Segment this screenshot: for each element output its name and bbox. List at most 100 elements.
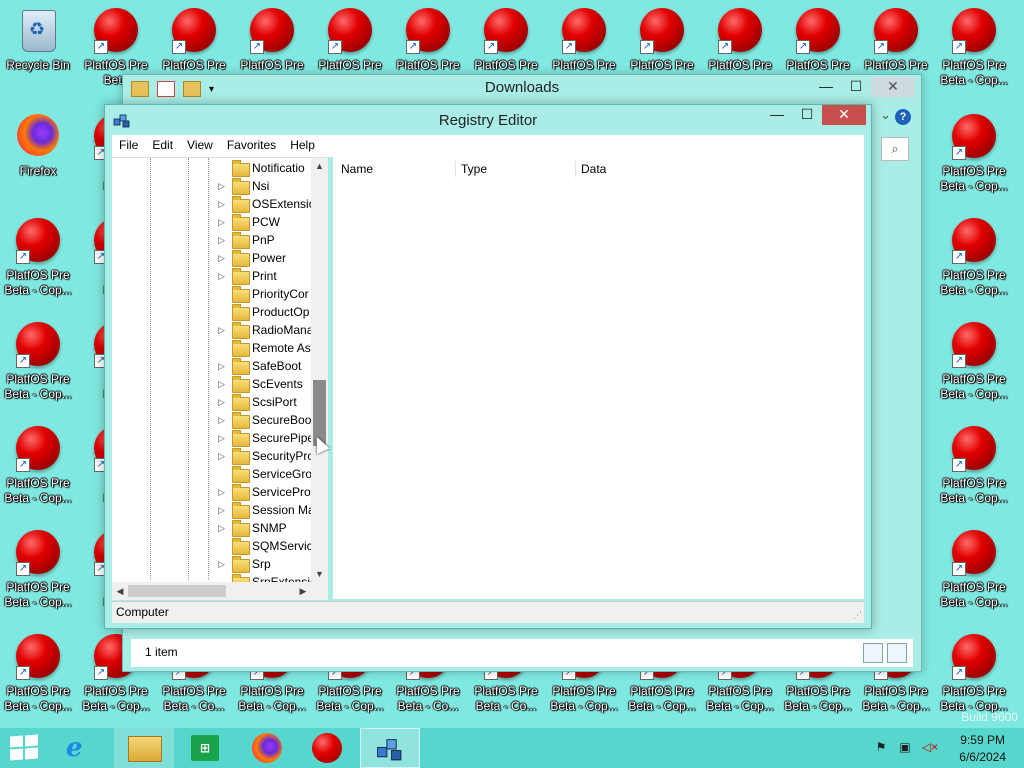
help-icon[interactable]: ? bbox=[895, 109, 911, 125]
details-view-icon[interactable] bbox=[863, 643, 883, 663]
platfos-desktop-icon[interactable]: ↗ PlatfOS Pre Beta - Cop... bbox=[0, 628, 76, 728]
column-separator[interactable] bbox=[455, 161, 456, 177]
expand-arrow-icon[interactable]: ▷ bbox=[218, 361, 226, 372]
platfos-desktop-icon[interactable]: ↗ PlatfOS Pre Beta - Cop... bbox=[936, 524, 1012, 624]
store-taskbar-button[interactable]: ⊞ bbox=[176, 728, 236, 768]
scroll-up-icon[interactable]: ▲ bbox=[311, 158, 328, 174]
expand-arrow-icon[interactable]: ▷ bbox=[218, 181, 226, 192]
internet-explorer-icon[interactable]: e bbox=[66, 733, 83, 763]
ribbon-expand-icon[interactable]: ⌄ bbox=[880, 107, 891, 123]
tree-item[interactable]: ▷ PCW bbox=[210, 214, 320, 232]
menu-file[interactable]: File bbox=[112, 135, 145, 157]
firefox-desktop-icon[interactable]: Firefox bbox=[0, 108, 76, 208]
menu-help[interactable]: Help bbox=[283, 135, 322, 157]
registry-values-pane[interactable]: Name Type Data bbox=[333, 157, 864, 599]
tree-item[interactable]: ▷ SecurePipe bbox=[210, 430, 320, 448]
recycle-bin-desktop-icon[interactable]: Recycle Bin bbox=[0, 2, 76, 102]
start-button[interactable] bbox=[10, 734, 38, 761]
expand-arrow-icon[interactable]: ▷ bbox=[218, 379, 226, 390]
tree-item[interactable]: ▷ OSExtensio bbox=[210, 196, 320, 214]
expand-arrow-icon[interactable]: ▷ bbox=[218, 217, 226, 228]
tree-item[interactable]: ServiceGro bbox=[210, 466, 320, 484]
platfos-desktop-icon[interactable]: ↗ PlatfOS Pre Beta - Cop... bbox=[0, 524, 76, 624]
tree-item[interactable]: ▷ ScEvents bbox=[210, 376, 320, 394]
search-icon[interactable]: ⌕ bbox=[881, 137, 909, 161]
file-explorer-taskbar-button[interactable] bbox=[114, 728, 174, 768]
column-header-name[interactable]: Name bbox=[341, 162, 373, 176]
tree-item[interactable]: ▷ SecureBoot bbox=[210, 412, 320, 430]
tree-horizontal-scrollbar[interactable]: ◀ ▶ bbox=[112, 582, 311, 600]
network-icon[interactable]: ▣ bbox=[898, 740, 912, 754]
platfos-desktop-icon[interactable]: ↗ PlatfOS Pre Beta - Cop... bbox=[936, 108, 1012, 208]
expand-arrow-icon[interactable]: ▷ bbox=[218, 415, 226, 426]
platfos-desktop-icon[interactable]: ↗ PlatfOS Pre Beta - Cop... bbox=[936, 420, 1012, 520]
tree-item[interactable]: ▷ ServiceProv bbox=[210, 484, 320, 502]
tree-item[interactable]: ▷ Power bbox=[210, 250, 320, 268]
expand-arrow-icon[interactable]: ▷ bbox=[218, 199, 226, 210]
expand-arrow-icon[interactable]: ▷ bbox=[218, 487, 226, 498]
tree-item[interactable]: ProductOp bbox=[210, 304, 320, 322]
scroll-left-icon[interactable]: ◀ bbox=[112, 582, 128, 600]
platfos-desktop-icon[interactable]: ↗ PlatfOS Pre Beta - Cop... bbox=[936, 212, 1012, 312]
tree-item[interactable]: ▷ SNMP bbox=[210, 520, 320, 538]
tree-item[interactable]: ▷ RadioMana bbox=[210, 322, 320, 340]
tree-item[interactable]: ▷ ScsiPort bbox=[210, 394, 320, 412]
platfos-desktop-icon[interactable]: ↗ PlatfOS Pre Beta - Cop... bbox=[0, 316, 76, 416]
hscroll-thumb[interactable] bbox=[128, 585, 226, 597]
volume-muted-icon[interactable]: ◁× bbox=[922, 740, 938, 754]
downloads-minimize-button[interactable]: — bbox=[811, 77, 841, 97]
registry-editor-taskbar-button[interactable] bbox=[360, 728, 420, 768]
registry-maximize-button[interactable]: ☐ bbox=[792, 105, 822, 125]
expand-arrow-icon[interactable]: ▷ bbox=[218, 523, 226, 534]
expand-arrow-icon[interactable]: ▷ bbox=[218, 451, 226, 462]
firefox-taskbar-button[interactable] bbox=[238, 728, 298, 768]
resize-grip-icon[interactable]: ⋰ bbox=[853, 610, 862, 621]
expand-arrow-icon[interactable]: ▷ bbox=[218, 397, 226, 408]
expand-arrow-icon[interactable]: ▷ bbox=[218, 271, 226, 282]
column-separator[interactable] bbox=[575, 161, 576, 177]
tree-item[interactable]: ▷ Print bbox=[210, 268, 320, 286]
platfos-desktop-icon[interactable]: ↗ PlatfOS Pre Beta - Cop... bbox=[936, 2, 1012, 102]
large-icons-view-icon[interactable] bbox=[887, 643, 907, 663]
tree-item[interactable]: Notificatio bbox=[210, 160, 320, 178]
downloads-close-button[interactable]: ✕ bbox=[871, 77, 915, 97]
expand-arrow-icon[interactable]: ▷ bbox=[218, 433, 226, 444]
column-header-type[interactable]: Type bbox=[461, 162, 487, 176]
tree-item[interactable]: ▷ SecurityPro bbox=[210, 448, 320, 466]
platfos-desktop-icon[interactable]: ↗ PlatfOS Pre Beta - Cop... bbox=[936, 316, 1012, 416]
shortcut-arrow-icon: ↗ bbox=[640, 40, 654, 54]
expand-arrow-icon[interactable]: ▷ bbox=[218, 559, 226, 570]
tree-item[interactable]: ▷ Srp bbox=[210, 556, 320, 574]
menu-edit[interactable]: Edit bbox=[145, 135, 180, 157]
tree-item[interactable]: ▷ SafeBoot bbox=[210, 358, 320, 376]
scroll-down-icon[interactable]: ▼ bbox=[311, 566, 328, 582]
clock[interactable]: 9:59 PM 6/6/2024 bbox=[959, 732, 1006, 766]
tree-item[interactable]: Remote As bbox=[210, 340, 320, 358]
tree-item[interactable]: SQMServic bbox=[210, 538, 320, 556]
tree-item[interactable]: ▷ Nsi bbox=[210, 178, 320, 196]
column-header-data[interactable]: Data bbox=[581, 162, 606, 176]
tree-vertical-scrollbar[interactable]: ▲ ▼ bbox=[311, 158, 328, 582]
desktop-icon-label-line: Firefox bbox=[19, 164, 57, 178]
expand-arrow-icon[interactable]: ▷ bbox=[218, 505, 226, 516]
expand-arrow-icon[interactable]: ▷ bbox=[218, 235, 226, 246]
platfos-taskbar-button[interactable] bbox=[298, 728, 358, 768]
registry-tree-pane[interactable]: Notificatio ▷ Nsi ▷ OSExtensio ▷ PCW ▷ PnP ▷ Power… bbox=[112, 157, 328, 600]
scroll-right-icon[interactable]: ▶ bbox=[295, 582, 311, 600]
tree-item[interactable]: ▷ Session Ma bbox=[210, 502, 320, 520]
registry-editor-window[interactable]: Registry Editor — ☐ ✕ File Edit View Fav… bbox=[104, 104, 872, 629]
menu-favorites[interactable]: Favorites bbox=[220, 135, 283, 157]
tree-item[interactable]: ▷ PnP bbox=[210, 232, 320, 250]
tree-item[interactable]: PriorityCor bbox=[210, 286, 320, 304]
folder-icon bbox=[232, 502, 250, 519]
registry-minimize-button[interactable]: — bbox=[762, 105, 792, 125]
platfos-desktop-icon[interactable]: ↗ PlatfOS Pre Beta - Cop... bbox=[0, 212, 76, 312]
expand-arrow-icon[interactable]: ▷ bbox=[218, 253, 226, 264]
action-center-flag-icon[interactable]: ⚑ bbox=[874, 740, 888, 754]
registry-close-button[interactable]: ✕ bbox=[822, 105, 866, 125]
desktop-icon-label: PlatfOS Pre bbox=[156, 58, 232, 73]
menu-view[interactable]: View bbox=[180, 135, 220, 157]
downloads-maximize-button[interactable]: ☐ bbox=[841, 77, 871, 97]
platfos-desktop-icon[interactable]: ↗ PlatfOS Pre Beta - Cop... bbox=[0, 420, 76, 520]
expand-arrow-icon[interactable]: ▷ bbox=[218, 325, 226, 336]
